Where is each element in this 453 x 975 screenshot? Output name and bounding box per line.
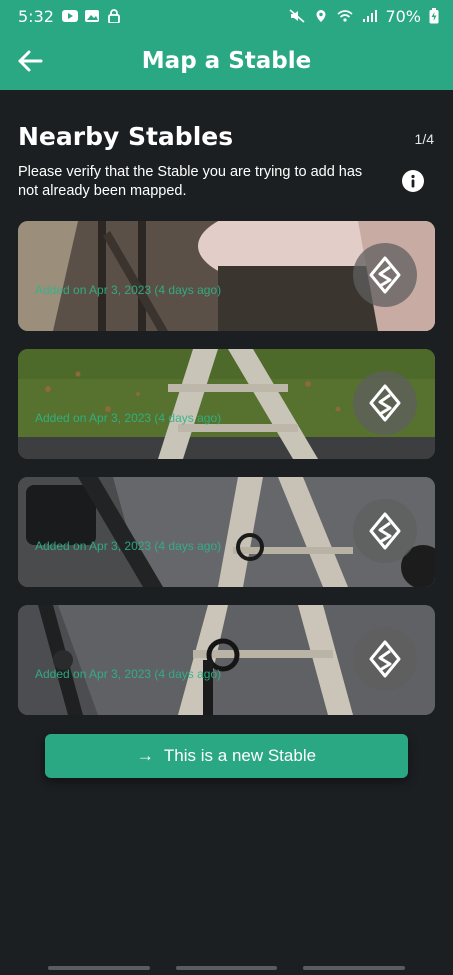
battery-percent: 70% bbox=[385, 6, 421, 26]
page-count: 1/4 bbox=[414, 131, 434, 147]
stable-card[interactable]: Added on Apr 3, 2023 (4 days ago) bbox=[18, 605, 435, 715]
new-stable-button[interactable]: → This is a new Stable bbox=[45, 734, 408, 778]
stable-card[interactable]: Added on Apr 3, 2023 (4 days ago) bbox=[18, 477, 435, 587]
battery-icon bbox=[429, 8, 439, 24]
stable-logo-badge bbox=[353, 243, 417, 307]
app-bar: Map a Stable bbox=[0, 32, 453, 90]
stable-added-date: Added on Apr 3, 2023 (4 days ago) bbox=[35, 539, 222, 553]
nav-gesture-bar-center[interactable] bbox=[176, 966, 277, 970]
location-icon bbox=[316, 10, 326, 22]
info-icon bbox=[411, 174, 415, 188]
stable-logo-icon bbox=[369, 640, 401, 678]
youtube-icon bbox=[61, 10, 78, 22]
section-title: Nearby Stables bbox=[18, 122, 234, 151]
stable-added-date: Added on Apr 3, 2023 (4 days ago) bbox=[35, 283, 222, 297]
status-time: 5:32 bbox=[18, 6, 54, 26]
arrow-right-icon: → bbox=[136, 746, 154, 765]
stable-logo-icon bbox=[369, 384, 401, 422]
wifi-icon bbox=[337, 10, 353, 22]
stable-added-date: Added on Apr 3, 2023 (4 days ago) bbox=[35, 411, 222, 425]
stable-card[interactable]: Added on Apr 3, 2023 (4 days ago) bbox=[18, 349, 435, 459]
stable-card[interactable]: Added on Apr 3, 2023 (4 days ago) bbox=[18, 221, 435, 331]
stable-logo-icon bbox=[369, 256, 401, 294]
info-button[interactable] bbox=[402, 170, 424, 192]
nav-gesture-bar-left bbox=[48, 966, 150, 970]
status-right-icons: 70% bbox=[289, 7, 439, 26]
mute-icon bbox=[289, 9, 305, 23]
stable-logo-badge bbox=[353, 371, 417, 435]
stable-added-date: Added on Apr 3, 2023 (4 days ago) bbox=[35, 667, 222, 681]
arrow-left-icon bbox=[18, 50, 43, 72]
stable-logo-badge bbox=[353, 627, 417, 691]
page-title: Map a Stable bbox=[141, 48, 312, 74]
stable-logo-icon bbox=[369, 512, 401, 550]
section-description: Please verify that the Stable you are tr… bbox=[18, 164, 363, 199]
back-button[interactable] bbox=[14, 45, 46, 77]
status-left-icons bbox=[61, 9, 122, 23]
stable-logo-badge bbox=[353, 499, 417, 563]
signal-icon bbox=[363, 10, 378, 22]
gallery-icon bbox=[84, 10, 99, 22]
new-stable-button-label: This is a new Stable bbox=[163, 746, 317, 765]
nav-gesture-bar-right bbox=[303, 966, 405, 970]
lock-icon bbox=[108, 9, 120, 23]
status-bar: 5:32 70% bbox=[0, 0, 453, 32]
